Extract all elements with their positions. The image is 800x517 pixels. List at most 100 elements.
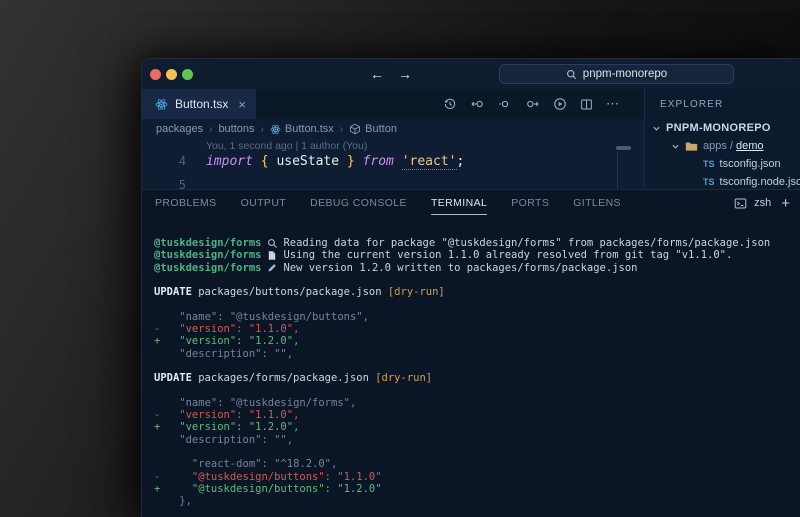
document-icon [261,250,283,261]
bottom-panel: PROBLEMS OUTPUT DEBUG CONSOLE TERMINAL P… [142,189,800,517]
diff-line-added: + "@tuskdesign/buttons": "1.2.0" [154,483,800,495]
code-editor[interactable]: You, 1 second ago | 1 author (You) 4 imp… [142,139,644,189]
terminal-icon [734,197,747,210]
file-label: tsconfig.json [720,158,781,170]
timeline-history-icon[interactable] [443,97,457,111]
dry-run-flag: [dry-run] [375,372,432,384]
folder-icon [685,140,698,153]
package-name: @tuskdesign/forms [154,249,261,261]
diff-line-context: "react-dom": "^18.2.0", [154,458,800,470]
overview-ruler [617,153,618,189]
explorer-file-tsconfig-json[interactable]: TS tsconfig.json [645,155,800,173]
keyword-from: from [363,154,394,169]
string-literal: 'react' [402,154,457,170]
chevron-down-icon [652,124,661,133]
tab-gitlens[interactable]: GITLENS [573,191,621,215]
breadcrumb-item-symbol[interactable]: Button [349,123,397,135]
log-text: Using the current version 1.1.0 already … [283,249,732,261]
search-value: pnpm-monorepo [583,68,667,80]
tab-ports[interactable]: PORTS [511,191,549,215]
panel-tab-bar: PROBLEMS OUTPUT DEBUG CONSOLE TERMINAL P… [142,190,800,216]
previous-change-icon[interactable] [470,97,485,111]
tab-label: Button.tsx [175,97,228,111]
tab-problems[interactable]: PROBLEMS [155,191,217,215]
open-changes-icon[interactable] [498,97,512,111]
diff-line-added: + "version": "1.2.0", [154,421,800,433]
react-file-icon [155,98,168,111]
diff-line-removed: - "version": "1.1.0", [154,323,800,335]
line-number: 5 [142,178,186,189]
forward-arrow-icon[interactable]: → [398,66,412,82]
magnifier-icon [261,238,283,249]
diff-line-context: }, [154,495,800,507]
explorer-sidebar: EXPLORER PNPM-MONOREPO apps / demo [645,89,800,189]
command-center-search[interactable]: pnpm-monorepo [499,64,734,84]
breadcrumb: packages › buttons › [142,119,644,139]
diff-line-context: "name": "@tuskdesign/forms", [154,397,800,409]
log-text: Reading data for package "@tuskdesign/fo… [283,237,770,249]
diff-line-context: "description": "", [154,348,800,360]
react-file-icon [270,124,281,135]
diff-line-blank [154,446,800,458]
new-terminal-icon[interactable]: + [781,195,790,212]
traffic-lights [150,69,193,80]
symbol-class-icon [349,123,361,135]
more-actions-icon[interactable]: ⋯ [606,96,620,112]
breadcrumb-label: Button.tsx [285,123,334,135]
diff-line-context: "name": "@tuskdesign/buttons", [154,311,800,323]
breadcrumb-item-file[interactable]: Button.tsx [270,123,334,135]
minimize-window-button[interactable] [166,69,177,80]
terminal-output[interactable]: @tuskdesign/forms Reading data for packa… [142,216,800,517]
diff-line-removed: - "version": "1.1.0", [154,409,800,421]
diff-line-context: "description": "", [154,434,800,446]
file-label: tsconfig.node.json [720,176,800,188]
keyword-import: import [206,154,253,169]
terminal-log-line: @tuskdesign/forms Using the current vers… [154,249,800,261]
explorer-file-tsconfig-node-json[interactable]: TS tsconfig.node.json [645,173,800,189]
explorer-title: EXPLORER [645,89,800,119]
breadcrumb-separator-icon: › [261,124,264,135]
tab-button-tsx[interactable]: Button.tsx × [142,89,256,119]
shell-selector[interactable]: zsh [754,197,771,209]
diff-header: UPDATE packages/forms/package.json [dry-… [154,372,800,384]
vscode-window: ← → pnpm-monorepo [141,58,800,517]
titlebar: ← → pnpm-monorepo [142,59,800,89]
breadcrumb-separator-icon: › [209,124,212,135]
explorer-folder-apps-demo[interactable]: apps / demo [645,137,800,155]
split-editor-icon[interactable] [580,98,593,111]
pencil-icon [261,263,283,273]
close-window-button[interactable] [150,69,161,80]
back-arrow-icon[interactable]: ← [370,66,384,82]
tab-output[interactable]: OUTPUT [241,191,287,215]
search-icon [566,69,577,80]
diff-line-removed: - "@tuskdesign/buttons": "1.1.0" [154,471,800,483]
terminal-controls: zsh + [734,195,790,212]
typescript-file-icon: TS [703,177,715,187]
explorer-root-pnpm-monorepo[interactable]: PNPM-MONOREPO [645,119,800,137]
next-change-icon[interactable] [525,97,540,111]
breadcrumb-separator-icon: › [340,124,343,135]
breadcrumb-item[interactable]: buttons [218,123,254,135]
folder-label: apps / demo [703,140,764,152]
release-log: @tuskdesign/forms Reading data for packa… [154,237,800,274]
breadcrumb-item[interactable]: packages [156,123,203,135]
breadcrumb-label: Button [365,123,397,135]
run-file-icon[interactable] [553,97,567,111]
log-text: New version 1.2.0 written to packages/fo… [283,262,637,274]
update-keyword: UPDATE [154,286,192,298]
typescript-file-icon: TS [703,159,715,169]
gitlens-blame-annotation: You, 1 second ago | 1 author (You) [206,140,644,152]
root-label: PNPM-MONOREPO [666,122,771,134]
file-path: packages/forms/package.json [198,372,369,384]
brace: { [253,154,276,169]
close-tab-icon[interactable]: × [238,97,246,112]
editor-actions: ⋯ [443,89,644,119]
terminal-log-line: @tuskdesign/forms Reading data for packa… [154,237,800,249]
tab-debug-console[interactable]: DEBUG CONSOLE [310,191,407,215]
maximize-window-button[interactable] [182,69,193,80]
tab-strip: Button.tsx × [142,89,644,119]
package-name: @tuskdesign/forms [154,262,261,274]
tab-terminal[interactable]: TERMINAL [431,191,487,215]
editor-scrollbar-thumb[interactable] [616,146,631,150]
diff-block-forms: UPDATE packages/forms/package.json [dry-… [154,372,800,507]
